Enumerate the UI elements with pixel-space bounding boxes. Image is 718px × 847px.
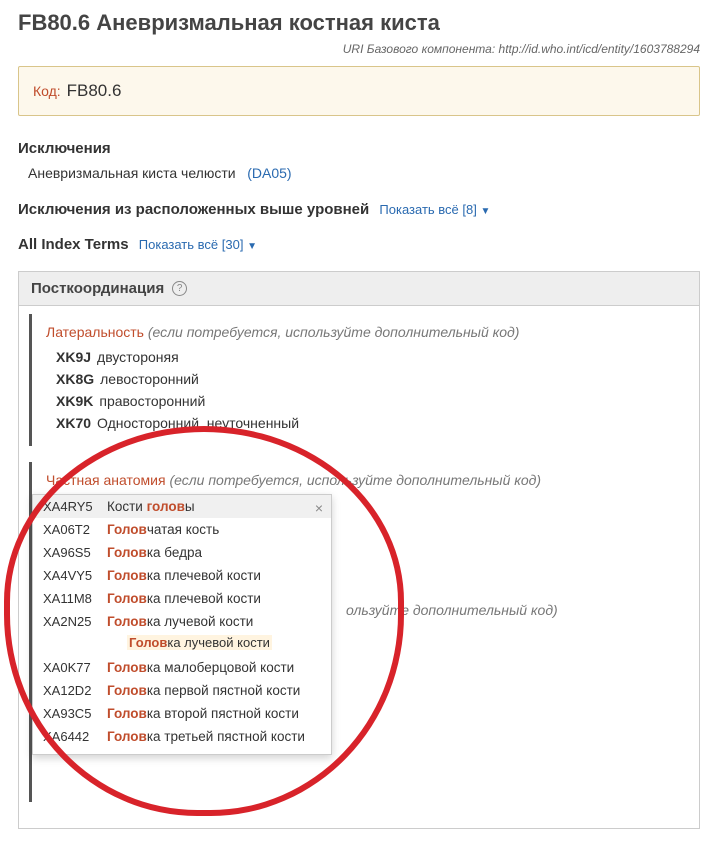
laterality-label: Односторонний, неуточненный	[97, 415, 299, 431]
autocomplete-code: XA06T2	[43, 522, 107, 537]
anatomy-name: Частная анатомия	[46, 472, 166, 488]
exclusion-code-link[interactable]: (DA05)	[247, 165, 291, 181]
autocomplete-label: Головка лучевой кости	[107, 614, 321, 629]
autocomplete-subitem[interactable]: Головка лучевой кости	[33, 633, 331, 656]
behind-hint-fragment: ользуйте дополнительный код)	[346, 602, 679, 618]
postcoordination-title: Посткоординация	[31, 280, 164, 297]
autocomplete-label: Головка первой пястной кости	[107, 683, 321, 698]
postcoordination-body: Латеральность (если потребуется, использ…	[18, 306, 700, 829]
exclusions-higher-heading: Исключения из расположенных выше уровней…	[18, 201, 700, 218]
autocomplete-code: XA96S5	[43, 545, 107, 560]
uri-value: http://id.who.int/icd/entity/1603788294	[499, 42, 700, 56]
autocomplete-label: Головка плечевой кости	[107, 568, 321, 583]
page-title: FB80.6 Аневризмальная костная киста	[18, 10, 700, 36]
autocomplete-code: XA6442	[43, 729, 107, 744]
show-all-index-text: Показать всё [30]	[139, 237, 244, 252]
autocomplete-item[interactable]: XA93C5Головка второй пястной кости	[33, 702, 331, 725]
laterality-list: XK9J двустороняяXK8G левосторонний XK9K прав…	[46, 346, 679, 434]
index-terms-heading: All Index Terms Показать всё [30] ▼	[18, 236, 700, 253]
laterality-label: правосторонний	[99, 393, 205, 409]
autocomplete-label: Головка третьей пястной кости	[107, 729, 321, 744]
code-label: Код:	[33, 83, 61, 99]
exclusion-text: Аневризмальная киста челюсти	[28, 165, 236, 181]
autocomplete-item[interactable]: XA4RY5Кости головы×	[33, 495, 331, 518]
autocomplete-label: Головка малоберцовой кости	[107, 660, 321, 675]
code-box: Код: FB80.6	[18, 66, 700, 116]
show-all-index-link[interactable]: Показать всё [30] ▼	[139, 237, 257, 252]
anatomy-hint: (если потребуется, используйте дополните…	[169, 472, 541, 488]
exclusion-item: Аневризмальная киста челюсти (DA05)	[18, 165, 700, 181]
laterality-item[interactable]: XK9J двустороняя	[56, 346, 679, 368]
autocomplete-label: Головка второй пястной кости	[107, 706, 321, 721]
autocomplete-code: XA0K77	[43, 660, 107, 675]
laterality-label: левосторонний	[100, 371, 199, 387]
autocomplete-label: Головка бедра	[107, 545, 321, 560]
anatomy-block: Частная анатомия (если потребуется, испо…	[29, 462, 689, 802]
postcoordination-header: Посткоординация ?	[18, 271, 700, 306]
autocomplete-code: XA4VY5	[43, 568, 107, 583]
chevron-down-icon: ▼	[480, 206, 490, 217]
index-terms-label: All Index Terms	[18, 236, 129, 253]
uri-label: URI Базового компонента:	[343, 42, 495, 56]
help-icon[interactable]: ?	[172, 281, 187, 296]
autocomplete-item[interactable]: XA12D2Головка первой пястной кости	[33, 679, 331, 702]
laterality-item[interactable]: XK8G левосторонний	[56, 368, 679, 390]
show-all-exclusions-link[interactable]: Показать всё [8] ▼	[379, 202, 490, 217]
autocomplete-item[interactable]: XA4VY5Головка плечевой кости	[33, 564, 331, 587]
exclusions-heading: Исключения	[18, 140, 700, 157]
laterality-code: XK70	[56, 415, 91, 431]
chevron-down-icon: ▼	[247, 241, 257, 252]
close-icon[interactable]: ×	[315, 501, 323, 515]
autocomplete-item[interactable]: XA6442Головка третьей пястной кости	[33, 725, 331, 748]
laterality-hint: (если потребуется, используйте дополните…	[148, 324, 520, 340]
laterality-item[interactable]: XK9K правосторонний	[56, 390, 679, 412]
autocomplete-code: XA11M8	[43, 591, 107, 606]
show-all-exclusions-text: Показать всё [8]	[379, 202, 476, 217]
laterality-code: XK9J	[56, 349, 91, 365]
autocomplete-item[interactable]: XA11M8Головка плечевой кости	[33, 587, 331, 610]
autocomplete-item[interactable]: XA2N25Головка лучевой кости	[33, 610, 331, 633]
laterality-code: XK9K	[56, 393, 93, 409]
laterality-block: Латеральность (если потребуется, использ…	[29, 314, 689, 446]
autocomplete-dropdown: XA4RY5Кости головы×XA06T2Головчатая кост…	[32, 494, 332, 755]
exclusions-higher-label: Исключения из расположенных выше уровней	[18, 201, 369, 218]
laterality-name: Латеральность	[46, 324, 144, 340]
autocomplete-code: XA12D2	[43, 683, 107, 698]
laterality-item[interactable]: XK70 Односторонний, неуточненный	[56, 412, 679, 434]
autocomplete-code: XA2N25	[43, 614, 107, 629]
autocomplete-label: Кости головы	[107, 499, 321, 514]
laterality-code: XK8G	[56, 371, 94, 387]
autocomplete-item[interactable]: XA96S5Головка бедра	[33, 541, 331, 564]
autocomplete-item[interactable]: XA0K77Головка малоберцовой кости	[33, 656, 331, 679]
autocomplete-code: XA4RY5	[43, 499, 107, 514]
code-value: FB80.6	[67, 81, 122, 100]
autocomplete-label: Головка плечевой кости	[107, 591, 321, 606]
uri-line: URI Базового компонента: http://id.who.i…	[18, 42, 700, 56]
autocomplete-code: XA93C5	[43, 706, 107, 721]
autocomplete-item[interactable]: XA06T2Головчатая кость	[33, 518, 331, 541]
laterality-label: двустороняя	[97, 349, 179, 365]
autocomplete-label: Головчатая кость	[107, 522, 321, 537]
